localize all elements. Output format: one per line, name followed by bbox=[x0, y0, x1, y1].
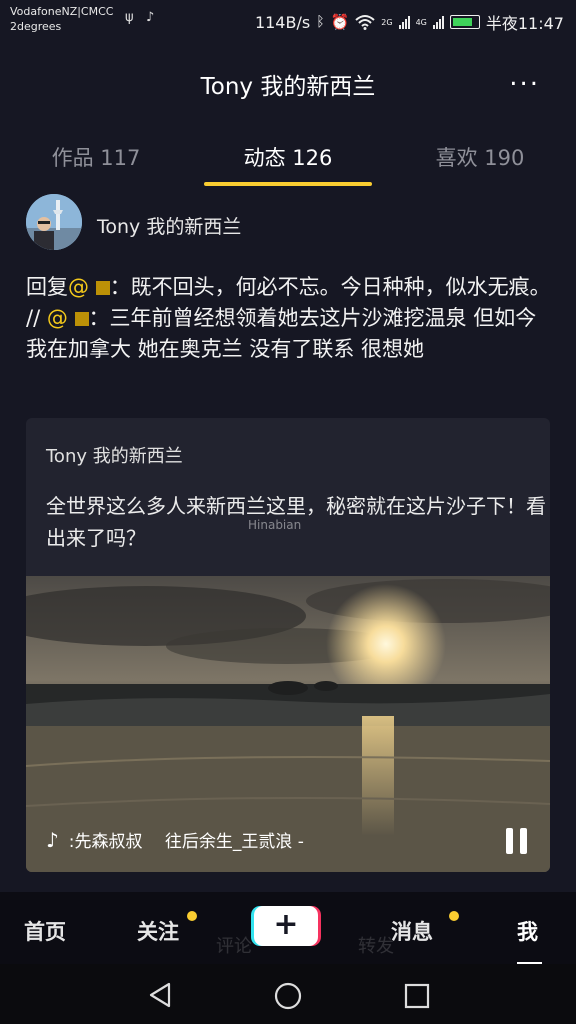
avatar-image bbox=[26, 194, 82, 250]
follow-notification-dot bbox=[187, 911, 197, 921]
repost-card[interactable]: Tony 我的新西兰 全世界这么多人来新西兰这里，秘密就在这片沙子下！看出来了吗… bbox=[26, 418, 550, 872]
ghost-comment-label: 评论 bbox=[216, 936, 252, 957]
music-note-icon: ♪ bbox=[46, 827, 59, 852]
more-options-icon[interactable]: ... bbox=[509, 62, 540, 92]
network-speed: 114B/s bbox=[254, 12, 311, 32]
watermark: Hinabian bbox=[248, 518, 302, 532]
repost-author[interactable]: Tony 我的新西兰 bbox=[46, 442, 183, 468]
blurred-username bbox=[95, 281, 110, 295]
tab-works[interactable]: 作品 117 bbox=[0, 122, 192, 188]
plus-icon: + bbox=[254, 906, 318, 946]
carrier-info: VodafoneNZ|CMCC 2degrees bbox=[10, 4, 113, 34]
network-2g-label: 2G bbox=[381, 17, 393, 27]
ghost-share-label: 转发 bbox=[358, 936, 394, 957]
profile-header: Tony 我的新西兰 ... bbox=[0, 40, 576, 122]
nav-follow[interactable]: 关注 bbox=[137, 916, 179, 946]
tab-works-label: 作品 117 bbox=[51, 146, 141, 170]
notification-icons: ψ ♪ bbox=[125, 10, 154, 25]
bluetooth-icon: ᛒ bbox=[316, 14, 325, 30]
wifi-icon bbox=[355, 15, 375, 30]
recents-icon[interactable] bbox=[404, 983, 430, 1009]
alarm-icon: ⏰ bbox=[330, 13, 350, 31]
signal-icon-2g bbox=[398, 15, 410, 29]
back-icon[interactable] bbox=[148, 982, 172, 1008]
battery-icon bbox=[449, 15, 480, 29]
carrier-line-1: VodafoneNZ|CMCC bbox=[10, 5, 114, 18]
tab-activity-label: 动态 126 bbox=[243, 146, 333, 170]
bottom-navigation: 评论 转发 首页 关注 + 消息 我 bbox=[0, 892, 576, 965]
clock: 半夜11:47 bbox=[485, 14, 564, 33]
carrier-line-2: 2degrees bbox=[10, 20, 62, 33]
nav-home[interactable]: 首页 bbox=[24, 916, 66, 946]
active-tab-indicator bbox=[204, 182, 372, 186]
status-right: 114B/s ᛒ ⏰ 2G 4G 半夜11:47 bbox=[255, 10, 564, 34]
home-icon[interactable] bbox=[274, 982, 302, 1010]
avatar[interactable] bbox=[26, 194, 82, 250]
music-title: :先森叔叔 往后余生_王贰浪 - bbox=[68, 832, 304, 852]
system-navigation-bar bbox=[0, 964, 576, 1024]
music-info[interactable]: ♪ :先森叔叔 往后余生_王贰浪 - bbox=[46, 827, 304, 853]
profile-tabs: 作品 117 动态 126 喜欢 190 bbox=[0, 122, 576, 188]
create-button[interactable]: + bbox=[251, 906, 321, 946]
mention-at-1: @ bbox=[68, 275, 89, 299]
reply-prefix: 回复 bbox=[26, 275, 68, 299]
video-player[interactable]: ♪ :先森叔叔 往后余生_王贰浪 - bbox=[26, 576, 550, 872]
mention-link-1[interactable]: @ bbox=[68, 275, 110, 299]
blurred-username bbox=[74, 312, 89, 326]
usb-icon: ψ bbox=[125, 10, 134, 25]
mention-at-2: @ bbox=[46, 306, 68, 330]
post-text-2: ：三年前曾经想领着她去这片沙滩挖温泉 但如今 我在加拿大 她在奥克兰 没有了联系… bbox=[26, 306, 537, 361]
page-title: Tony 我的新西兰 bbox=[200, 74, 376, 100]
tab-likes[interactable]: 喜欢 190 bbox=[384, 122, 576, 188]
tiktok-icon: ♪ bbox=[145, 10, 155, 25]
network-4g-label: 4G bbox=[415, 17, 427, 27]
tab-activity[interactable]: 动态 126 bbox=[192, 122, 384, 188]
tab-likes-label: 喜欢 190 bbox=[435, 146, 525, 170]
signal-icon-4g bbox=[432, 15, 444, 29]
pause-button[interactable] bbox=[506, 828, 530, 854]
mention-link-2[interactable]: @ bbox=[47, 306, 89, 330]
post-author-name[interactable]: Tony 我的新西兰 bbox=[97, 212, 241, 239]
messages-notification-dot bbox=[449, 911, 459, 921]
nav-me[interactable]: 我 bbox=[517, 916, 538, 946]
nav-messages[interactable]: 消息 bbox=[391, 916, 433, 946]
post-text: 回复@ ：既不回头，何必不忘。今日种种，似水无痕。 // @ ：三年前曾经想领着… bbox=[26, 272, 554, 365]
status-bar: VodafoneNZ|CMCC 2degrees ψ ♪ 114B/s ᛒ ⏰ … bbox=[0, 0, 576, 40]
